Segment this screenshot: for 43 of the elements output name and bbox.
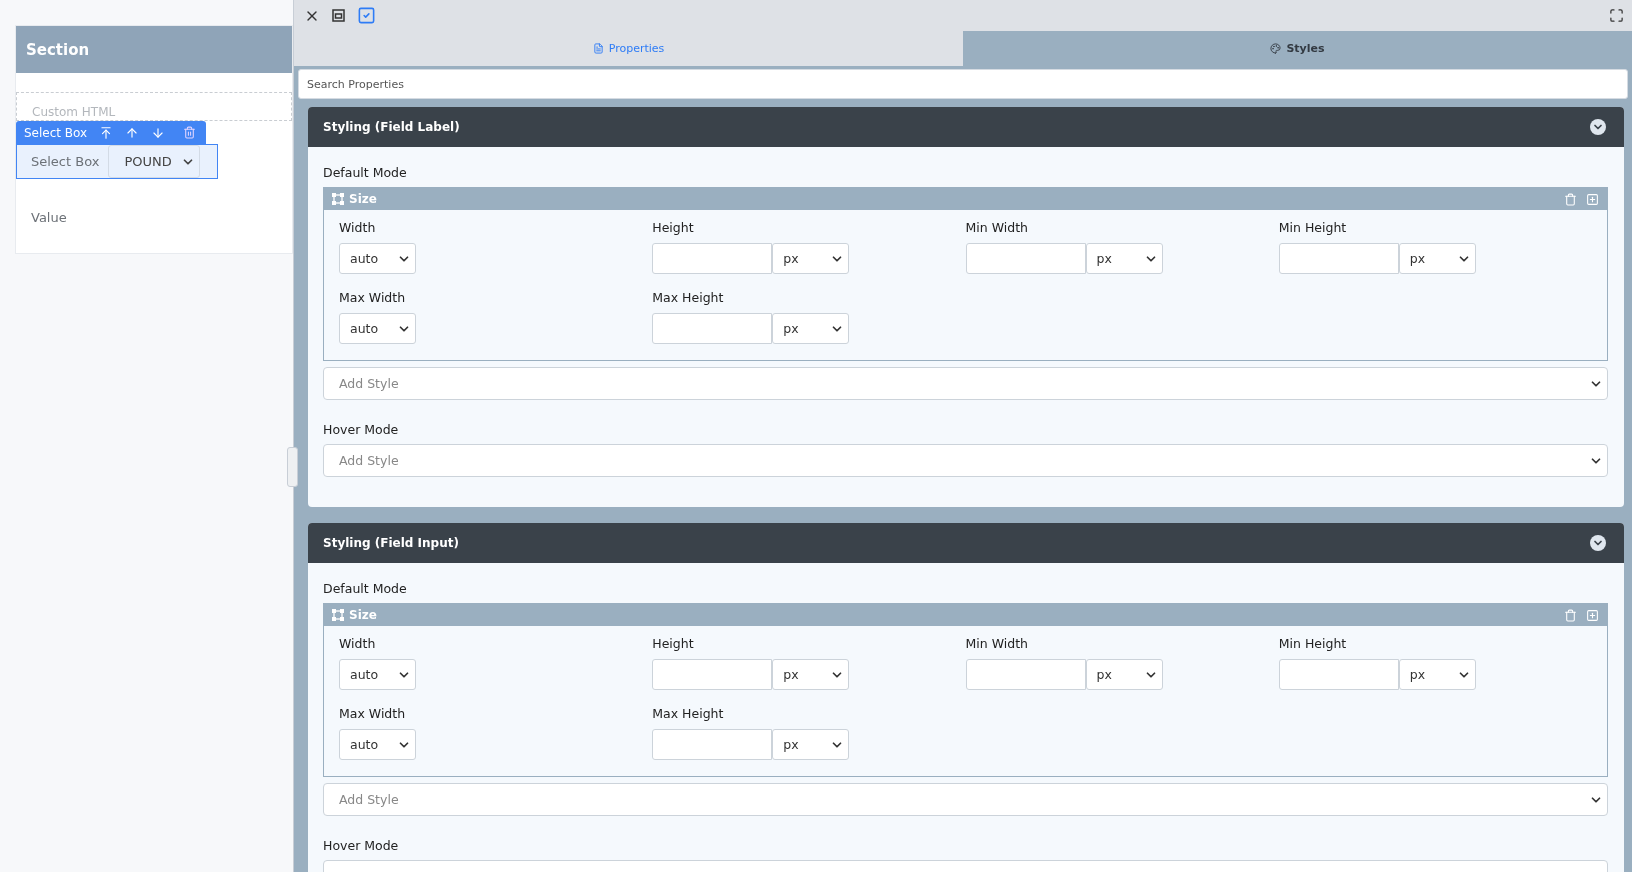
value-select[interactable]: auto <box>339 659 416 690</box>
add-style-select[interactable]: Add Style <box>323 444 1608 477</box>
value-select[interactable]: auto <box>339 729 416 760</box>
pound-select[interactable]: POUND <box>108 145 201 178</box>
field-label: Max Height <box>652 706 725 721</box>
unit-select[interactable]: px <box>772 659 850 690</box>
value-label: Value <box>31 210 68 225</box>
add-style-select[interactable]: Add Style <box>323 783 1608 816</box>
search-field[interactable]: Search Properties <box>298 69 1628 99</box>
unit-select[interactable]: px <box>1085 659 1163 690</box>
field-label: Max Width <box>339 706 407 721</box>
field-label: Height <box>652 636 695 651</box>
section-title: Styling (Field Label) <box>323 120 460 134</box>
unit-select[interactable]: px <box>1085 243 1163 274</box>
section-title: Section <box>16 26 292 73</box>
toolbar-label: Select Box <box>24 125 88 140</box>
field-label: Min Width <box>965 220 1029 235</box>
mode-label: Hover Mode <box>323 838 400 853</box>
unit-select[interactable]: px <box>772 729 850 760</box>
field-label: Min Height <box>1278 636 1348 651</box>
unit-select[interactable]: px <box>1398 243 1476 274</box>
field-label: Min Width <box>965 636 1029 651</box>
unit-select[interactable]: px <box>1398 659 1476 690</box>
field-label: Width <box>339 636 377 651</box>
section-header[interactable]: Styling (Field Input) <box>308 523 1624 563</box>
field-label: Height <box>652 220 695 235</box>
field-label: Select Box <box>30 154 101 169</box>
mode-label: Default Mode <box>323 165 408 180</box>
section-header[interactable]: Styling (Field Label) <box>308 107 1624 147</box>
field-label: Max Height <box>652 290 725 305</box>
value-select[interactable]: auto <box>339 243 416 274</box>
field-label: Min Height <box>1278 220 1348 235</box>
mode-label: Hover Mode <box>323 422 400 437</box>
group-title: Size <box>349 192 378 206</box>
unit-select[interactable]: px <box>772 243 850 274</box>
section-title: Styling (Field Input) <box>323 536 459 550</box>
value-select[interactable]: auto <box>339 313 416 344</box>
mode-label: Default Mode <box>323 581 408 596</box>
field-label: Width <box>339 220 377 235</box>
group-title: Size <box>349 608 378 622</box>
add-style-select[interactable]: Add Style <box>323 367 1608 400</box>
unit-select[interactable]: px <box>772 313 850 344</box>
field-label: Max Width <box>339 290 407 305</box>
